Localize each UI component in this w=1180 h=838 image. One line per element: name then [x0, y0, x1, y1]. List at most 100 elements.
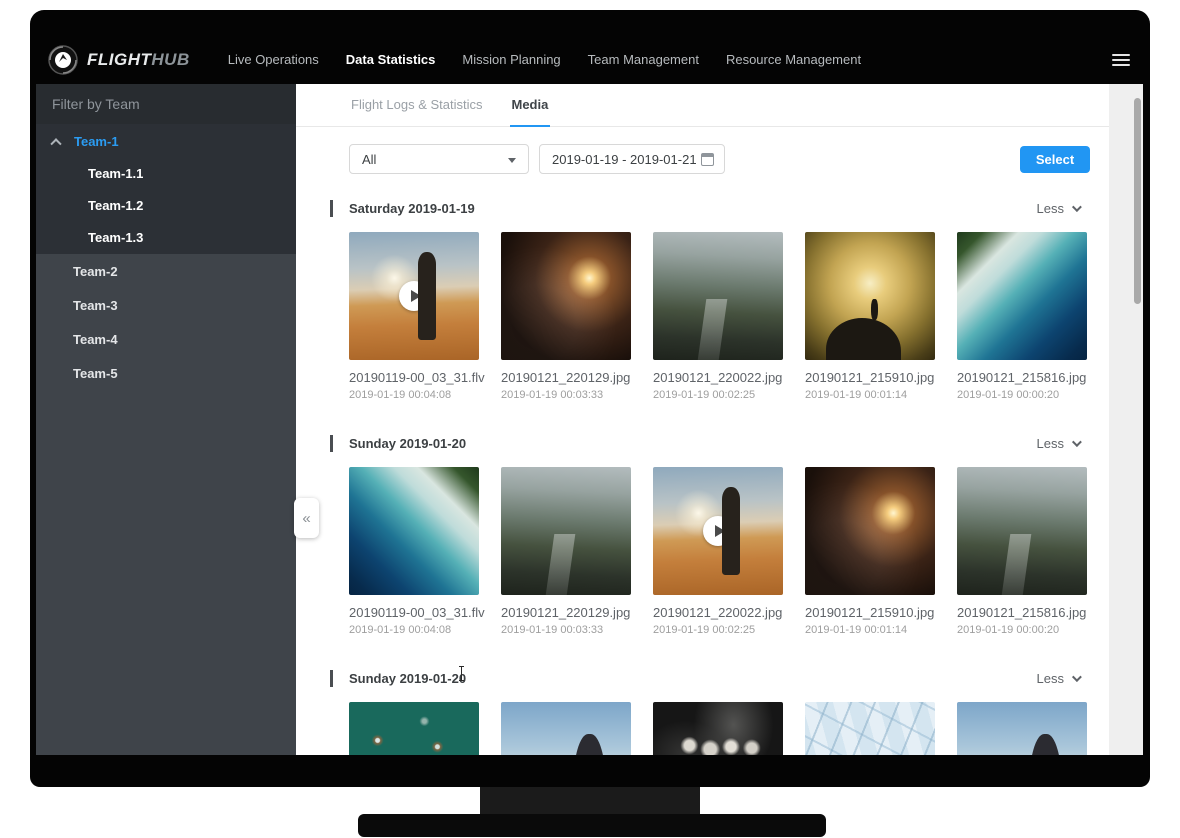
- media-filename: 20190121_220022.jpg: [653, 370, 783, 385]
- media-card[interactable]: 20190121_215910.jpg2019-01-19 00:01:14: [805, 232, 935, 401]
- tab-flight-logs-statistics[interactable]: Flight Logs & Statistics: [349, 84, 485, 127]
- sidebar-item-team-4[interactable]: Team-4: [36, 322, 296, 356]
- media-timestamp: 2019-01-19 00:04:08: [349, 389, 479, 401]
- nav-item-mission-planning[interactable]: Mission Planning: [462, 52, 560, 67]
- team-sidebar: Filter by Team Team-1Team-1.1Team-1.2Tea…: [36, 84, 296, 755]
- media-thumbnail[interactable]: [805, 232, 935, 360]
- media-timestamp: 2019-01-19 00:02:25: [653, 624, 783, 636]
- media-thumbnail[interactable]: [653, 702, 783, 755]
- nav-item-team-management[interactable]: Team Management: [588, 52, 699, 67]
- media-section: Saturday 2019-01-19Less 20190119-00_03_31…: [296, 200, 1109, 401]
- sidebar-item-team-5[interactable]: Team-5: [36, 356, 296, 390]
- select-button[interactable]: Select: [1020, 146, 1090, 173]
- media-section: Sunday 2019-01-20Less20190119-00_03_31.f…: [296, 435, 1109, 636]
- team-label: Team-4: [73, 332, 118, 347]
- sidebar-item-team-3[interactable]: Team-3: [36, 288, 296, 322]
- media-thumbnail[interactable]: [805, 467, 935, 595]
- media-thumbnail[interactable]: [501, 467, 631, 595]
- section-header: Saturday 2019-01-19Less: [330, 200, 1088, 217]
- nav-item-live-operations[interactable]: Live Operations: [228, 52, 319, 67]
- media-card[interactable]: 20190121_220022.jpg 2019-01-19 00:02:25: [653, 232, 783, 401]
- nav-item-data-statistics[interactable]: Data Statistics: [346, 52, 436, 67]
- media-card[interactable]: [805, 702, 935, 755]
- drone-logo-icon: [48, 45, 78, 75]
- media-timestamp: 2019-01-19 00:00:20: [957, 624, 1087, 636]
- sidebar-header: Filter by Team: [36, 84, 296, 124]
- scrollbar-track[interactable]: [1109, 84, 1143, 755]
- media-thumbnail[interactable]: [349, 232, 479, 360]
- media-thumbnail[interactable]: [501, 232, 631, 360]
- media-filename: 20190121_220129.jpg: [501, 370, 631, 385]
- tab-bar: Flight Logs & Statistics Media: [296, 84, 1109, 127]
- media-thumbnail[interactable]: [957, 467, 1087, 595]
- sidebar-item-team-1-2[interactable]: Team-1.2: [36, 190, 296, 222]
- media-thumbnail[interactable]: [653, 467, 783, 595]
- media-card[interactable]: 20190121_220129.jpg2019-01-19 00:03:33: [501, 467, 631, 636]
- media-card[interactable]: [349, 702, 479, 755]
- date-range-input[interactable]: 2019-01-19 - 2019-01-21: [539, 144, 725, 174]
- media-card[interactable]: 20190119-00_03_31.flv2019-01-19 00:04:08: [349, 467, 479, 636]
- media-thumbnail[interactable]: [501, 702, 631, 755]
- media-thumbnail[interactable]: [957, 702, 1087, 755]
- media-timestamp: 2019-01-19 00:04:08: [349, 624, 479, 636]
- collapse-section-toggle[interactable]: Less: [1037, 201, 1079, 216]
- media-thumbnail[interactable]: [805, 702, 935, 755]
- media-card[interactable]: [501, 702, 631, 755]
- section-marker: [330, 670, 333, 687]
- team-group: Team-3: [36, 288, 296, 322]
- media-card[interactable]: [653, 702, 783, 755]
- media-timestamp: 2019-01-19 00:01:14: [805, 389, 935, 401]
- media-card[interactable]: 20190121_220022.jpg2019-01-19 00:02:25: [653, 467, 783, 636]
- sidebar-collapse-button[interactable]: «: [294, 498, 319, 538]
- sidebar-item-team-1-1[interactable]: Team-1.1: [36, 158, 296, 190]
- media-card[interactable]: 20190121_220129.jpg 2019-01-19 00:03:33: [501, 232, 631, 401]
- media-card[interactable]: 20190121_215910.jpg2019-01-19 00:01:14: [805, 467, 935, 636]
- monitor-screen: FLIGHTHUB Live Operations Data Statistics…: [30, 10, 1150, 787]
- media-grid: 20190119-00_03_31.flv2019-01-19 00:04:08…: [349, 467, 1109, 636]
- top-nav-bar: FLIGHTHUB Live Operations Data Statistics…: [36, 35, 1143, 84]
- media-filename: 20190121_220129.jpg: [501, 605, 631, 620]
- collapse-section-toggle[interactable]: Less: [1037, 436, 1079, 451]
- media-card[interactable]: [957, 702, 1087, 755]
- dropdown-caret-icon: [508, 158, 516, 163]
- collapse-section-toggle[interactable]: Less: [1037, 671, 1079, 686]
- tab-media[interactable]: Media: [510, 84, 551, 127]
- team-label: Team-1: [74, 134, 119, 149]
- chevron-down-icon: [1072, 672, 1082, 682]
- media-grid: [349, 702, 1109, 755]
- media-thumbnail[interactable]: [653, 232, 783, 360]
- chevron-down-icon: [1072, 437, 1082, 447]
- media-content: Flight Logs & Statistics Media All 2019-0…: [296, 84, 1143, 755]
- media-type-dropdown[interactable]: All: [349, 144, 529, 174]
- filter-row: All 2019-01-19 - 2019-01-21 Select: [349, 144, 1109, 174]
- media-timestamp: 2019-01-19 00:03:33: [501, 389, 631, 401]
- media-timestamp: 2019-01-19 00:02:25: [653, 389, 783, 401]
- chevron-down-icon: [1072, 202, 1082, 212]
- nav-item-resource-management[interactable]: Resource Management: [726, 52, 861, 67]
- hamburger-menu-icon[interactable]: [1112, 51, 1130, 69]
- media-card[interactable]: 20190121_215816.jpg2019-01-19 00:00:20: [957, 232, 1087, 401]
- section-title: Sunday 2019-01-20: [349, 671, 466, 686]
- brand-name: FLIGHTHUB: [87, 50, 190, 70]
- team-label: Team-5: [73, 366, 118, 381]
- team-group: Team-4: [36, 322, 296, 356]
- media-thumbnail[interactable]: [349, 467, 479, 595]
- team-list: Team-1Team-1.1Team-1.2Team-1.3Team-2Team…: [36, 124, 296, 390]
- chevron-up-icon: [50, 138, 61, 149]
- section-marker: [330, 435, 333, 452]
- brand-flight: FLIGHT: [87, 50, 151, 69]
- sidebar-item-team-1-3[interactable]: Team-1.3: [36, 222, 296, 254]
- media-thumbnail[interactable]: [349, 702, 479, 755]
- page-background: { "brand": { "flight": "FLIGHT", "hub": …: [0, 0, 1180, 838]
- monitor-stand-base: [358, 814, 826, 837]
- date-range-value: 2019-01-19 - 2019-01-21: [552, 152, 697, 167]
- media-card[interactable]: 20190121_215816.jpg2019-01-19 00:00:20: [957, 467, 1087, 636]
- section-header: Sunday 2019-01-20 Less: [330, 670, 1088, 687]
- sidebar-item-team-2[interactable]: Team-2: [36, 254, 296, 288]
- sidebar-item-team-1[interactable]: Team-1: [36, 124, 296, 158]
- scrollbar-thumb[interactable]: [1134, 98, 1141, 304]
- media-card[interactable]: 20190119-00_03_31.flv2019-01-19 00:04:08: [349, 232, 479, 401]
- media-thumbnail[interactable]: [957, 232, 1087, 360]
- brand-hub: HUB: [151, 50, 189, 69]
- media-grid: 20190119-00_03_31.flv2019-01-19 00:04:08…: [349, 232, 1109, 401]
